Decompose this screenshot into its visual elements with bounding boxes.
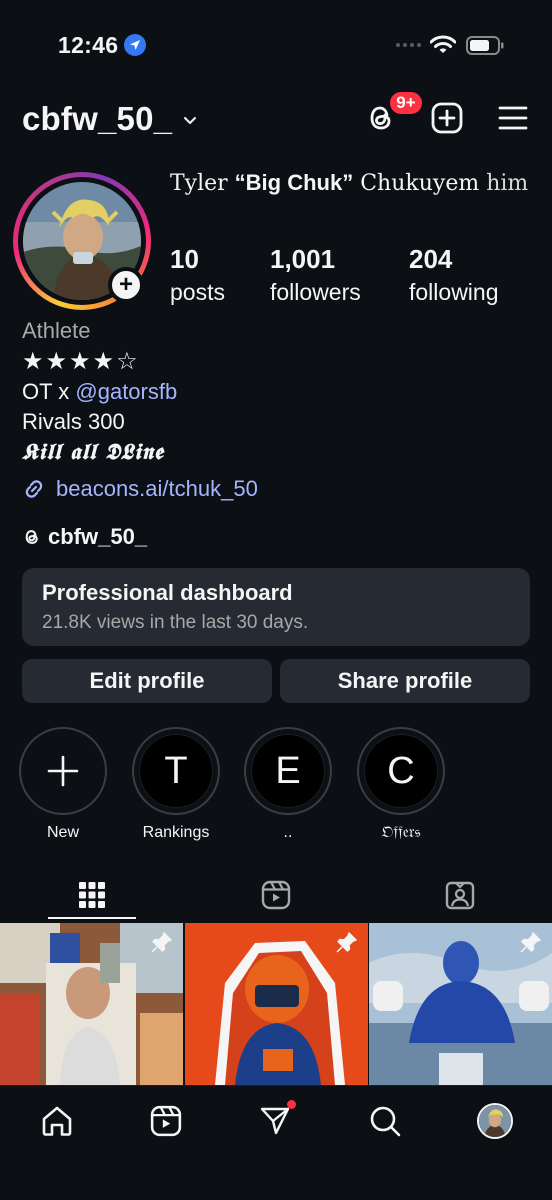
professional-dashboard[interactable]: Professional dashboard 21.8K views in th… bbox=[22, 568, 530, 646]
pin-icon bbox=[151, 932, 172, 953]
highlight-label: Rankings bbox=[142, 824, 210, 841]
reels-icon bbox=[150, 1105, 182, 1137]
menu-icon[interactable] bbox=[496, 101, 530, 135]
highlight-dots[interactable]: E .. bbox=[244, 727, 332, 842]
account-switcher[interactable]: cbfw_50_ bbox=[22, 100, 198, 138]
highlight-label: 𝔒𝔣𝔣𝔢𝔯𝔰 bbox=[381, 824, 421, 841]
nav-search[interactable] bbox=[366, 1102, 404, 1140]
notification-badge: 9+ bbox=[388, 90, 424, 116]
chevron-down-icon bbox=[184, 117, 197, 124]
full-name: Tyler “Big Chuk” Chukuyem him bbox=[170, 170, 529, 196]
followers-stat[interactable]: 1,001 followers bbox=[270, 244, 361, 306]
signal-icon bbox=[396, 43, 421, 47]
nav-home[interactable] bbox=[38, 1102, 76, 1140]
bio-link[interactable]: beacons.ai/tchuk_50 bbox=[22, 476, 258, 502]
bottom-navigation bbox=[0, 1085, 552, 1200]
tab-grid[interactable] bbox=[0, 868, 184, 922]
threads-small-icon bbox=[25, 530, 38, 544]
tagged-icon bbox=[445, 881, 475, 910]
reels-icon bbox=[261, 880, 291, 910]
bio-line-3: 𝕶𝖎𝖑𝖑 𝖆𝖑𝖑 𝕯𝕷𝖎𝖓𝖊 bbox=[22, 439, 164, 465]
unread-dot bbox=[287, 1100, 296, 1109]
pin-icon bbox=[336, 932, 357, 953]
bio-stars: ★★★★☆ bbox=[22, 348, 140, 375]
nav-reels[interactable] bbox=[147, 1102, 185, 1140]
pronouns: him bbox=[486, 171, 529, 196]
add-story-button[interactable]: + bbox=[108, 267, 144, 303]
following-stat[interactable]: 204 following bbox=[409, 244, 499, 306]
direct-icon bbox=[260, 1107, 290, 1135]
battery-icon bbox=[466, 36, 504, 55]
status-time: 12:46 bbox=[58, 32, 119, 58]
tab-tagged[interactable] bbox=[368, 868, 552, 922]
highlight-label: .. bbox=[283, 824, 293, 841]
create-icon[interactable] bbox=[430, 101, 464, 135]
home-icon bbox=[42, 1106, 72, 1136]
bio-line-2: Rivals 300 bbox=[22, 409, 125, 434]
bio-line-1: OT x @gatorsfb bbox=[22, 379, 178, 404]
post-thumbnail[interactable] bbox=[0, 923, 183, 1085]
plus-icon bbox=[47, 755, 79, 787]
dashboard-subtitle: 21.8K views in the last 30 days. bbox=[42, 612, 309, 633]
status-bar: 12:46 bbox=[0, 0, 552, 90]
share-profile-button[interactable]: Share profile bbox=[280, 659, 530, 703]
grid-icon bbox=[79, 882, 105, 908]
nav-profile[interactable] bbox=[476, 1102, 514, 1140]
wifi-icon bbox=[430, 35, 456, 53]
profile-screen: 12:46 cbfw_50_ 9+ + Tyler “Big Chuk” Chu… bbox=[0, 0, 552, 1200]
profile-avatar bbox=[477, 1103, 513, 1139]
nav-direct[interactable] bbox=[256, 1100, 296, 1140]
username: cbfw_50_ bbox=[22, 100, 173, 137]
active-tab-indicator bbox=[48, 917, 136, 919]
post-thumbnail[interactable] bbox=[369, 923, 552, 1085]
highlight-rankings[interactable]: T Rankings bbox=[132, 727, 220, 842]
location-arrow-icon bbox=[124, 34, 146, 56]
link-icon bbox=[25, 480, 43, 498]
gatorsfb-mention[interactable]: @gatorsfb bbox=[75, 379, 177, 404]
posts-stat[interactable]: 10 posts bbox=[170, 244, 225, 306]
post-thumbnail[interactable] bbox=[185, 923, 368, 1085]
dashboard-title: Professional dashboard bbox=[42, 580, 293, 605]
highlight-offers[interactable]: C 𝔒𝔣𝔣𝔢𝔯𝔰 bbox=[357, 727, 445, 842]
search-icon bbox=[370, 1106, 401, 1137]
highlight-new[interactable]: New bbox=[19, 727, 107, 842]
profile-category: Athlete bbox=[22, 318, 91, 343]
tab-reels[interactable] bbox=[184, 868, 368, 922]
threads-badge[interactable]: cbfw_50_ bbox=[22, 524, 147, 550]
pin-icon bbox=[520, 932, 541, 953]
highlight-label: New bbox=[46, 824, 79, 841]
edit-profile-button[interactable]: Edit profile bbox=[22, 659, 272, 703]
